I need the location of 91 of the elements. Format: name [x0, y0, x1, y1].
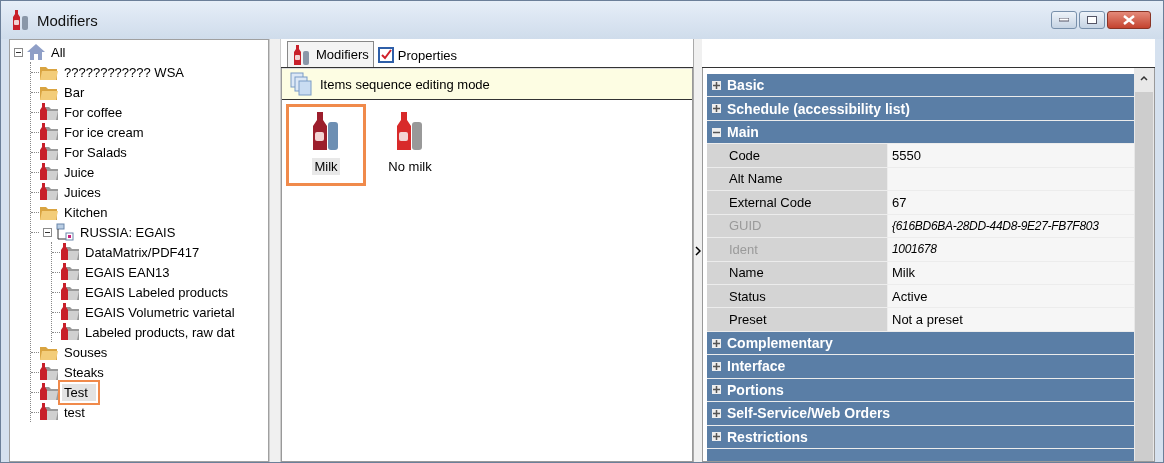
close-icon [1123, 15, 1135, 25]
tree-item[interactable]: Kitchen [62, 203, 110, 221]
tree-item[interactable]: RUSSIA: EGAIS [78, 223, 178, 241]
bottle-icon [292, 43, 312, 66]
category-header[interactable]: Portions [707, 378, 1134, 402]
category-header[interactable]: Basic [707, 74, 1134, 97]
category-title: Schedule (accessibility list) [727, 100, 910, 117]
tree-item[interactable]: DataMatrix/PDF417 [83, 243, 202, 261]
bottle-folder-icon [39, 403, 59, 421]
property-name: External Code [707, 191, 887, 214]
category-title: Self-Service/Web Orders [727, 405, 891, 422]
bottle-icon [396, 110, 424, 152]
checklist-icon [377, 47, 394, 63]
collapse-toggle-icon[interactable] [14, 47, 23, 57]
category-title: Basic [727, 77, 765, 94]
category-title: Main [727, 124, 759, 141]
modifier-item[interactable]: Milk [286, 104, 366, 186]
tree-item[interactable]: test [62, 403, 87, 421]
maximize-icon [1087, 16, 1097, 24]
bottle-folder-icon [60, 243, 80, 261]
tree-item[interactable]: For coffee [62, 103, 125, 121]
expand-icon[interactable] [712, 80, 721, 90]
tree-item[interactable]: Bar [62, 83, 87, 101]
expand-icon[interactable] [712, 361, 721, 371]
mode-bar-text: Items sequence editing mode [320, 76, 490, 92]
property-name: Code [707, 144, 887, 167]
bottle-icon [312, 110, 340, 152]
tab[interactable]: Properties [373, 43, 461, 67]
stacked-pages-icon [290, 72, 312, 96]
property-value[interactable]: Milk [888, 261, 1134, 284]
bottle-folder-icon [60, 283, 80, 301]
bottle-folder-icon [60, 263, 80, 281]
bottle-folder-icon [39, 183, 59, 201]
property-name: Name [707, 261, 887, 284]
expand-icon[interactable] [712, 432, 721, 442]
maximize-button[interactable] [1079, 11, 1105, 29]
category-header[interactable]: Restrictions [707, 425, 1134, 448]
property-name: GUID [707, 214, 887, 238]
property-value[interactable]: Not a preset [888, 308, 1134, 331]
expand-icon[interactable] [712, 408, 721, 418]
window-title: Modifiers [37, 11, 99, 29]
tree-item[interactable]: Souses [62, 343, 110, 361]
tree-item[interactable]: EGAIS Labeled products [83, 283, 231, 301]
minimize-icon [1059, 18, 1069, 22]
category-header[interactable]: Self-Service/Web Orders [707, 402, 1134, 425]
expand-icon[interactable] [712, 104, 721, 114]
house-icon [26, 43, 46, 61]
property-name: Alt Name [707, 167, 887, 191]
close-button[interactable] [1107, 11, 1151, 29]
tree-item[interactable]: EGAIS Volumetric varietal [83, 303, 237, 321]
tree-item[interactable]: For Salads [62, 143, 129, 161]
expand-icon[interactable] [712, 385, 721, 395]
bottle-folder-icon [39, 103, 59, 121]
bottle-folder-icon [39, 143, 59, 161]
category-header[interactable]: Main [707, 120, 1134, 144]
property-value[interactable]: 67 [888, 191, 1134, 214]
collapse-toggle-icon[interactable] [43, 227, 52, 237]
category-title: Interface [727, 358, 786, 375]
modifier-item[interactable]: No milk [370, 104, 450, 186]
chevron-right-icon[interactable] [695, 245, 701, 256]
category-title: Portions [727, 381, 784, 398]
category-header[interactable]: Complementary [707, 331, 1134, 355]
property-name: Preset [707, 308, 887, 331]
window-app-icon [11, 9, 31, 31]
expand-icon[interactable] [712, 338, 721, 348]
tree-item[interactable]: Steaks [62, 363, 106, 381]
bottle-folder-icon [60, 323, 80, 341]
tree-item[interactable]: EGAIS EAN13 [83, 263, 172, 281]
tree-item[interactable]: Juice [62, 163, 97, 181]
property-name: Status [707, 284, 887, 308]
tree-item[interactable]: Labeled products, raw dat [83, 323, 237, 341]
scrollbar[interactable] [1134, 68, 1154, 461]
category-header[interactable]: Interface [707, 355, 1134, 378]
tree-item[interactable]: All [49, 43, 68, 61]
group-icon [55, 223, 75, 241]
tree-item[interactable]: Juices [62, 183, 103, 201]
category-title: Restrictions [727, 428, 808, 445]
tree-item[interactable]: ???????????? WSA [62, 63, 186, 81]
tab[interactable]: Modifiers [287, 41, 374, 67]
category-title: Complementary [727, 335, 833, 352]
bottle-folder-icon [39, 363, 59, 381]
property-name: Ident [707, 238, 887, 261]
category-header[interactable]: Schedule (accessibility list) [707, 97, 1134, 120]
bottle-folder-icon [39, 383, 59, 401]
bottle-folder-icon [39, 163, 59, 181]
bottle-folder-icon [60, 303, 80, 321]
collapse-icon[interactable] [712, 127, 721, 137]
bottle-folder-icon [39, 123, 59, 141]
tree-item[interactable]: For ice cream [62, 123, 146, 141]
property-value[interactable]: 5550 [888, 144, 1134, 167]
property-value[interactable]: Active [888, 284, 1134, 308]
